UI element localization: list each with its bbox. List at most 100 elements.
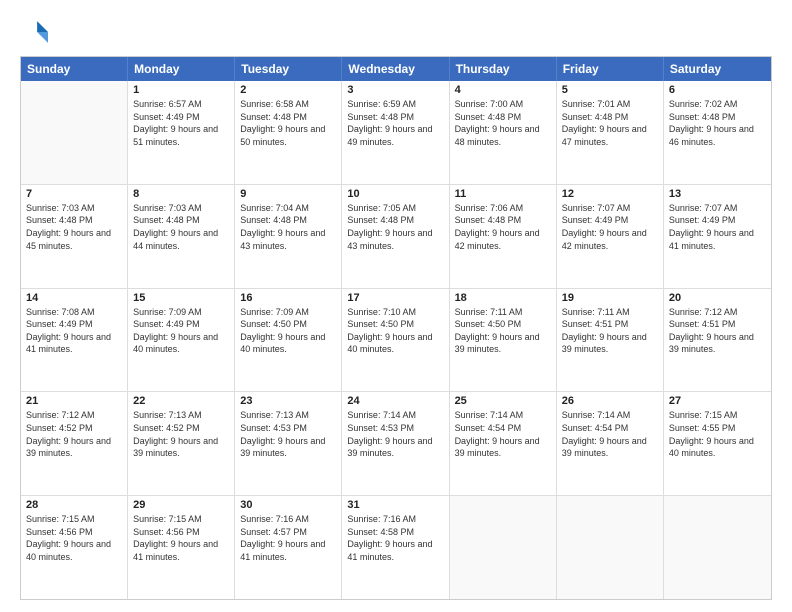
day-info: Sunrise: 7:00 AMSunset: 4:48 PMDaylight:… (455, 98, 551, 148)
day-number: 25 (455, 395, 551, 407)
calendar-cell: 11 Sunrise: 7:06 AMSunset: 4:48 PMDayligh… (450, 185, 557, 288)
day-info: Sunrise: 7:15 AMSunset: 4:56 PMDaylight:… (133, 513, 229, 563)
day-number: 3 (347, 84, 443, 96)
day-info: Sunrise: 7:02 AMSunset: 4:48 PMDaylight:… (669, 98, 766, 148)
day-number: 22 (133, 395, 229, 407)
calendar-cell: 29 Sunrise: 7:15 AMSunset: 4:56 PMDayligh… (128, 496, 235, 599)
day-number: 18 (455, 292, 551, 304)
day-info: Sunrise: 7:14 AMSunset: 4:53 PMDaylight:… (347, 409, 443, 459)
logo-icon (20, 18, 48, 46)
day-of-week-wednesday: Wednesday (342, 57, 449, 81)
calendar-cell: 15 Sunrise: 7:09 AMSunset: 4:49 PMDayligh… (128, 289, 235, 392)
calendar-cell: 30 Sunrise: 7:16 AMSunset: 4:57 PMDayligh… (235, 496, 342, 599)
day-info: Sunrise: 7:09 AMSunset: 4:49 PMDaylight:… (133, 306, 229, 356)
day-info: Sunrise: 7:13 AMSunset: 4:53 PMDaylight:… (240, 409, 336, 459)
day-info: Sunrise: 7:08 AMSunset: 4:49 PMDaylight:… (26, 306, 122, 356)
day-info: Sunrise: 7:09 AMSunset: 4:50 PMDaylight:… (240, 306, 336, 356)
day-number: 8 (133, 188, 229, 200)
calendar-cell: 13 Sunrise: 7:07 AMSunset: 4:49 PMDayligh… (664, 185, 771, 288)
calendar-week-5: 28 Sunrise: 7:15 AMSunset: 4:56 PMDayligh… (21, 495, 771, 599)
day-number: 1 (133, 84, 229, 96)
day-number: 4 (455, 84, 551, 96)
calendar-cell: 8 Sunrise: 7:03 AMSunset: 4:48 PMDaylight… (128, 185, 235, 288)
day-info: Sunrise: 7:01 AMSunset: 4:48 PMDaylight:… (562, 98, 658, 148)
day-of-week-monday: Monday (128, 57, 235, 81)
calendar-cell: 6 Sunrise: 7:02 AMSunset: 4:48 PMDaylight… (664, 81, 771, 184)
day-number: 16 (240, 292, 336, 304)
day-number: 9 (240, 188, 336, 200)
day-number: 29 (133, 499, 229, 511)
calendar-cell: 7Sunrise: 7:03 AMSunset: 4:48 PMDaylight… (21, 185, 128, 288)
day-info: Sunrise: 7:07 AMSunset: 4:49 PMDaylight:… (562, 202, 658, 252)
day-info: Sunrise: 7:15 AMSunset: 4:56 PMDaylight:… (26, 513, 122, 563)
day-info: Sunrise: 7:12 AMSunset: 4:51 PMDaylight:… (669, 306, 766, 356)
calendar-cell: 14 Sunrise: 7:08 AMSunset: 4:49 PMDayligh… (21, 289, 128, 392)
day-number: 26 (562, 395, 658, 407)
day-info: Sunrise: 7:07 AMSunset: 4:49 PMDaylight:… (669, 202, 766, 252)
calendar-cell (21, 81, 128, 184)
day-number: 23 (240, 395, 336, 407)
calendar-cell (557, 496, 664, 599)
day-number: 12 (562, 188, 658, 200)
day-number: 30 (240, 499, 336, 511)
calendar-cell: 24 Sunrise: 7:14 AMSunset: 4:53 PMDayligh… (342, 392, 449, 495)
day-number: 2 (240, 84, 336, 96)
calendar-week-2: 7Sunrise: 7:03 AMSunset: 4:48 PMDaylight… (21, 184, 771, 288)
day-info: Sunrise: 7:12 AMSunset: 4:52 PMDaylight:… (26, 409, 122, 459)
day-of-week-friday: Friday (557, 57, 664, 81)
day-of-week-saturday: Saturday (664, 57, 771, 81)
calendar-cell: 21Sunrise: 7:12 AMSunset: 4:52 PMDayligh… (21, 392, 128, 495)
day-number: 20 (669, 292, 766, 304)
day-info: Sunrise: 7:14 AMSunset: 4:54 PMDaylight:… (455, 409, 551, 459)
calendar-cell (450, 496, 557, 599)
day-number: 27 (669, 395, 766, 407)
day-number: 31 (347, 499, 443, 511)
day-number: 14 (26, 292, 122, 304)
calendar-cell: 19Sunrise: 7:11 AMSunset: 4:51 PMDayligh… (557, 289, 664, 392)
calendar-cell: 17 Sunrise: 7:10 AMSunset: 4:50 PMDayligh… (342, 289, 449, 392)
calendar: SundayMondayTuesdayWednesdayThursdayFrid… (20, 56, 772, 600)
calendar-body: 1Sunrise: 6:57 AMSunset: 4:49 PMDaylight… (21, 81, 771, 599)
calendar-cell: 22Sunrise: 7:13 AMSunset: 4:52 PMDayligh… (128, 392, 235, 495)
day-info: Sunrise: 7:04 AMSunset: 4:48 PMDaylight:… (240, 202, 336, 252)
calendar-cell: 2 Sunrise: 6:58 AMSunset: 4:48 PMDaylight… (235, 81, 342, 184)
day-number: 13 (669, 188, 766, 200)
calendar-cell: 4 Sunrise: 7:00 AMSunset: 4:48 PMDaylight… (450, 81, 557, 184)
day-of-week-tuesday: Tuesday (235, 57, 342, 81)
header (20, 18, 772, 46)
calendar-cell: 18 Sunrise: 7:11 AMSunset: 4:50 PMDayligh… (450, 289, 557, 392)
calendar-cell: 28 Sunrise: 7:15 AMSunset: 4:56 PMDayligh… (21, 496, 128, 599)
calendar-cell: 1Sunrise: 6:57 AMSunset: 4:49 PMDaylight… (128, 81, 235, 184)
day-number: 6 (669, 84, 766, 96)
day-info: Sunrise: 7:15 AMSunset: 4:55 PMDaylight:… (669, 409, 766, 459)
logo (20, 18, 52, 46)
day-info: Sunrise: 7:06 AMSunset: 4:48 PMDaylight:… (455, 202, 551, 252)
day-number: 17 (347, 292, 443, 304)
day-of-week-thursday: Thursday (450, 57, 557, 81)
day-info: Sunrise: 7:10 AMSunset: 4:50 PMDaylight:… (347, 306, 443, 356)
day-of-week-sunday: Sunday (21, 57, 128, 81)
day-info: Sunrise: 7:11 AMSunset: 4:51 PMDaylight:… (562, 306, 658, 356)
day-info: Sunrise: 7:11 AMSunset: 4:50 PMDaylight:… (455, 306, 551, 356)
day-number: 11 (455, 188, 551, 200)
day-number: 15 (133, 292, 229, 304)
calendar-week-1: 1Sunrise: 6:57 AMSunset: 4:49 PMDaylight… (21, 81, 771, 184)
day-info: Sunrise: 7:03 AMSunset: 4:48 PMDaylight:… (133, 202, 229, 252)
calendar-cell: 12 Sunrise: 7:07 AMSunset: 4:49 PMDayligh… (557, 185, 664, 288)
day-number: 5 (562, 84, 658, 96)
day-info: Sunrise: 6:58 AMSunset: 4:48 PMDaylight:… (240, 98, 336, 148)
calendar-week-3: 14 Sunrise: 7:08 AMSunset: 4:49 PMDayligh… (21, 288, 771, 392)
calendar-cell: 23 Sunrise: 7:13 AMSunset: 4:53 PMDayligh… (235, 392, 342, 495)
page: SundayMondayTuesdayWednesdayThursdayFrid… (0, 0, 792, 612)
calendar-cell: 5 Sunrise: 7:01 AMSunset: 4:48 PMDaylight… (557, 81, 664, 184)
day-info: Sunrise: 7:16 AMSunset: 4:58 PMDaylight:… (347, 513, 443, 563)
day-number: 28 (26, 499, 122, 511)
calendar-week-4: 21Sunrise: 7:12 AMSunset: 4:52 PMDayligh… (21, 391, 771, 495)
calendar-cell: 3Sunrise: 6:59 AMSunset: 4:48 PMDaylight… (342, 81, 449, 184)
day-info: Sunrise: 7:16 AMSunset: 4:57 PMDaylight:… (240, 513, 336, 563)
calendar-header: SundayMondayTuesdayWednesdayThursdayFrid… (21, 57, 771, 81)
calendar-cell: 10Sunrise: 7:05 AMSunset: 4:48 PMDayligh… (342, 185, 449, 288)
calendar-cell: 27 Sunrise: 7:15 AMSunset: 4:55 PMDayligh… (664, 392, 771, 495)
day-info: Sunrise: 7:05 AMSunset: 4:48 PMDaylight:… (347, 202, 443, 252)
day-number: 24 (347, 395, 443, 407)
